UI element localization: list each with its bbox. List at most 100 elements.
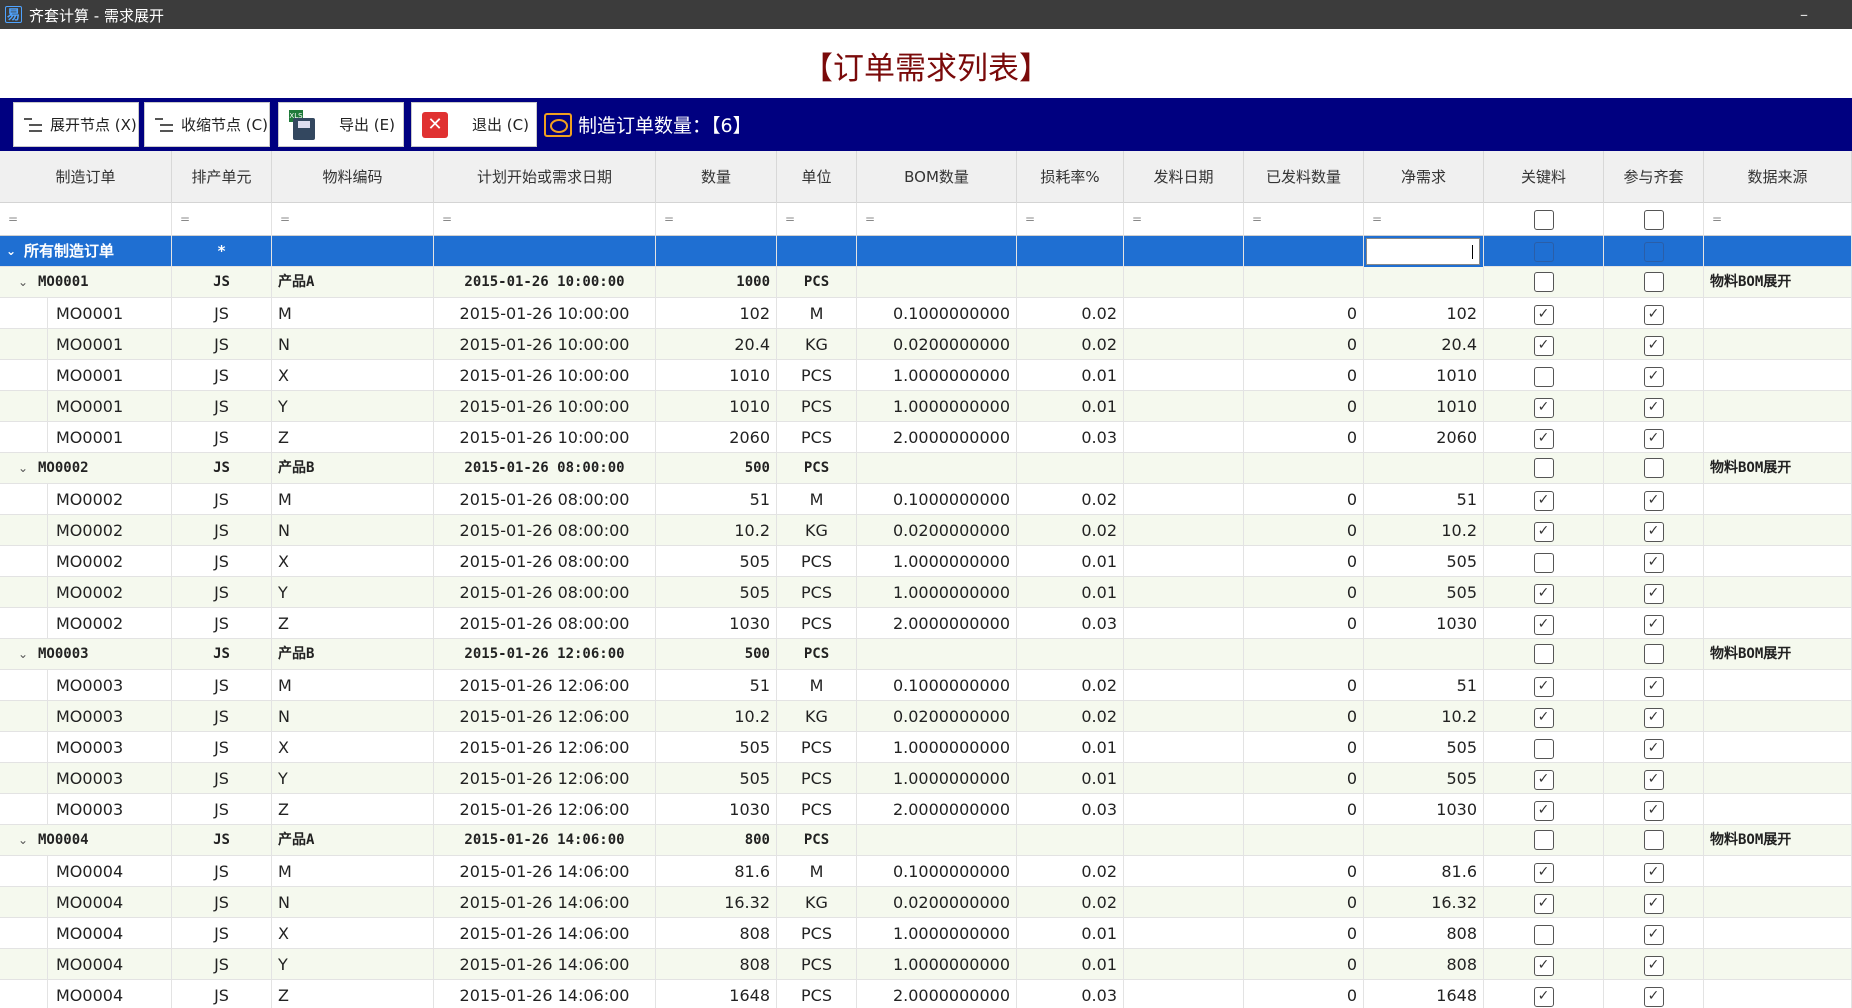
material-row[interactable]: MO0003 JS Z 2015-01-26 12:06:00 1030 PCS 2.000…: [0, 794, 1852, 825]
cell-key[interactable]: [1484, 732, 1604, 763]
material-row[interactable]: MO0001 JS N 2015-01-26 10:00:00 20.4 KG 0.0200…: [0, 329, 1852, 360]
checked-checkbox-icon[interactable]: ✓: [1643, 924, 1664, 945]
unchecked-checkbox-icon[interactable]: [1533, 830, 1554, 850]
material-row[interactable]: MO0001 JS Y 2015-01-26 10:00:00 1010 PCS 1.000…: [0, 391, 1852, 422]
material-row[interactable]: MO0003 JS N 2015-01-26 12:06:00 10.2 KG 0.0200…: [0, 701, 1852, 732]
filter-cell-order[interactable]: =: [0, 203, 172, 236]
checked-checkbox-icon[interactable]: ✓: [1643, 738, 1664, 759]
checked-checkbox-icon[interactable]: ✓: [1643, 583, 1664, 604]
checked-checkbox-icon[interactable]: ✓: [1643, 986, 1664, 1007]
checked-checkbox-icon[interactable]: ✓: [1533, 614, 1554, 635]
cell-key[interactable]: ✓: [1484, 391, 1604, 422]
checked-checkbox-icon[interactable]: ✓: [1643, 521, 1664, 542]
filter-cell-uom[interactable]: =: [777, 203, 857, 236]
material-row[interactable]: MO0002 JS M 2015-01-26 08:00:00 51 M 0.1000000…: [0, 484, 1852, 515]
column-header-date[interactable]: 计划开始或需求日期: [434, 151, 656, 203]
cell-kit[interactable]: ✓: [1604, 329, 1704, 360]
checked-checkbox-icon[interactable]: ✓: [1643, 955, 1664, 976]
column-header-bom[interactable]: BOM数量: [857, 151, 1017, 203]
root-row-all-orders[interactable]: ⌄ 所有制造订单 *: [0, 236, 1852, 267]
filter-cell-material[interactable]: =: [272, 203, 434, 236]
checked-checkbox-icon[interactable]: ✓: [1533, 583, 1554, 604]
cell-kit[interactable]: ✓: [1604, 546, 1704, 577]
order-group-row[interactable]: ⌄ MO0003 JS 产品B 2015-01-26 12:06:00 500 PCS 物料B…: [0, 639, 1852, 670]
cell-key[interactable]: [1484, 546, 1604, 577]
cell-key[interactable]: ✓: [1484, 484, 1604, 515]
cell-key[interactable]: ✓: [1484, 949, 1604, 980]
material-row[interactable]: MO0002 JS Y 2015-01-26 08:00:00 505 PCS 1.0000…: [0, 577, 1852, 608]
order-group-row[interactable]: ⌄ MO0004 JS 产品A 2015-01-26 14:06:00 800 PCS 物料B…: [0, 825, 1852, 856]
checked-checkbox-icon[interactable]: ✓: [1643, 335, 1664, 356]
checked-checkbox-icon[interactable]: ✓: [1643, 893, 1664, 914]
column-header-uom[interactable]: 单位: [777, 151, 857, 203]
column-header-unit[interactable]: 排产单元: [172, 151, 272, 203]
cell-key[interactable]: [1484, 453, 1604, 484]
order-group-row[interactable]: ⌄ MO0001 JS 产品A 2015-01-26 10:00:00 1000 PCS 物料…: [0, 267, 1852, 298]
cell-key[interactable]: ✓: [1484, 577, 1604, 608]
cell-key[interactable]: [1484, 360, 1604, 391]
checked-checkbox-icon[interactable]: ✓: [1533, 676, 1554, 697]
cell-key[interactable]: [1484, 236, 1604, 267]
unchecked-checkbox-icon[interactable]: [1643, 458, 1664, 478]
collapse-nodes-button[interactable]: 收缩节点 (C): [144, 102, 270, 147]
checked-checkbox-icon[interactable]: ✓: [1533, 521, 1554, 542]
unchecked-checkbox-icon[interactable]: [1533, 272, 1554, 292]
checked-checkbox-icon[interactable]: ✓: [1533, 490, 1554, 511]
cell-kit[interactable]: ✓: [1604, 298, 1704, 329]
filter-checkbox-icon[interactable]: [1533, 209, 1554, 230]
column-header-material[interactable]: 物料编码: [272, 151, 434, 203]
filter-checkbox-key[interactable]: [1484, 203, 1604, 236]
cell-kit[interactable]: ✓: [1604, 484, 1704, 515]
unchecked-checkbox-icon[interactable]: [1533, 241, 1554, 262]
checked-checkbox-icon[interactable]: ✓: [1643, 366, 1664, 387]
cell-key[interactable]: ✓: [1484, 856, 1604, 887]
filter-cell-bom[interactable]: =: [857, 203, 1017, 236]
cell-kit[interactable]: ✓: [1604, 856, 1704, 887]
cell-key[interactable]: [1484, 918, 1604, 949]
exit-button[interactable]: ✕ 退出 (C): [411, 102, 537, 147]
column-header-order[interactable]: 制造订单: [0, 151, 172, 203]
cell-kit[interactable]: ✓: [1604, 608, 1704, 639]
column-header-net[interactable]: 净需求: [1364, 151, 1484, 203]
checked-checkbox-icon[interactable]: ✓: [1533, 893, 1554, 914]
column-header-key[interactable]: 关键料: [1484, 151, 1604, 203]
cell-key[interactable]: ✓: [1484, 670, 1604, 701]
cell-kit[interactable]: ✓: [1604, 763, 1704, 794]
cell-kit[interactable]: [1604, 639, 1704, 670]
cell-key[interactable]: ✓: [1484, 422, 1604, 453]
cell-key[interactable]: ✓: [1484, 763, 1604, 794]
cell-kit[interactable]: ✓: [1604, 949, 1704, 980]
unchecked-checkbox-icon[interactable]: [1643, 830, 1664, 850]
material-row[interactable]: MO0004 JS N 2015-01-26 14:06:00 16.32 KG 0.020…: [0, 887, 1852, 918]
checked-checkbox-icon[interactable]: ✓: [1643, 676, 1664, 697]
checked-checkbox-icon[interactable]: ✓: [1533, 800, 1554, 821]
checked-checkbox-icon[interactable]: ✓: [1533, 707, 1554, 728]
cell-key[interactable]: ✓: [1484, 701, 1604, 732]
cell-key[interactable]: ✓: [1484, 794, 1604, 825]
cell-kit[interactable]: ✓: [1604, 887, 1704, 918]
cell-kit[interactable]: [1604, 236, 1704, 267]
cell-kit[interactable]: ✓: [1604, 980, 1704, 1008]
cell-kit[interactable]: ✓: [1604, 515, 1704, 546]
checked-checkbox-icon[interactable]: ✓: [1643, 614, 1664, 635]
cell-key[interactable]: [1484, 267, 1604, 298]
unchecked-checkbox-icon[interactable]: [1533, 644, 1554, 664]
checked-checkbox-icon[interactable]: ✓: [1643, 428, 1664, 449]
unchecked-checkbox-icon[interactable]: [1643, 272, 1664, 292]
filter-checkbox-kit[interactable]: [1604, 203, 1704, 236]
checked-checkbox-icon[interactable]: ✓: [1533, 304, 1554, 325]
filter-cell-issue-date[interactable]: =: [1124, 203, 1244, 236]
cell-key[interactable]: ✓: [1484, 329, 1604, 360]
cell-kit[interactable]: ✓: [1604, 670, 1704, 701]
cell-kit[interactable]: ✓: [1604, 422, 1704, 453]
cell-kit[interactable]: [1604, 453, 1704, 484]
cell-key[interactable]: [1484, 825, 1604, 856]
filter-cell-unit[interactable]: =: [172, 203, 272, 236]
column-header-issue-date[interactable]: 发料日期: [1124, 151, 1244, 203]
column-header-issued[interactable]: 已发料数量: [1244, 151, 1364, 203]
material-row[interactable]: MO0004 JS X 2015-01-26 14:06:00 808 PCS 1.0000…: [0, 918, 1852, 949]
unchecked-checkbox-icon[interactable]: [1533, 458, 1554, 478]
material-row[interactable]: MO0001 JS M 2015-01-26 10:00:00 102 M 0.100000…: [0, 298, 1852, 329]
checked-checkbox-icon[interactable]: ✓: [1533, 862, 1554, 883]
unchecked-checkbox-icon[interactable]: [1533, 552, 1554, 573]
